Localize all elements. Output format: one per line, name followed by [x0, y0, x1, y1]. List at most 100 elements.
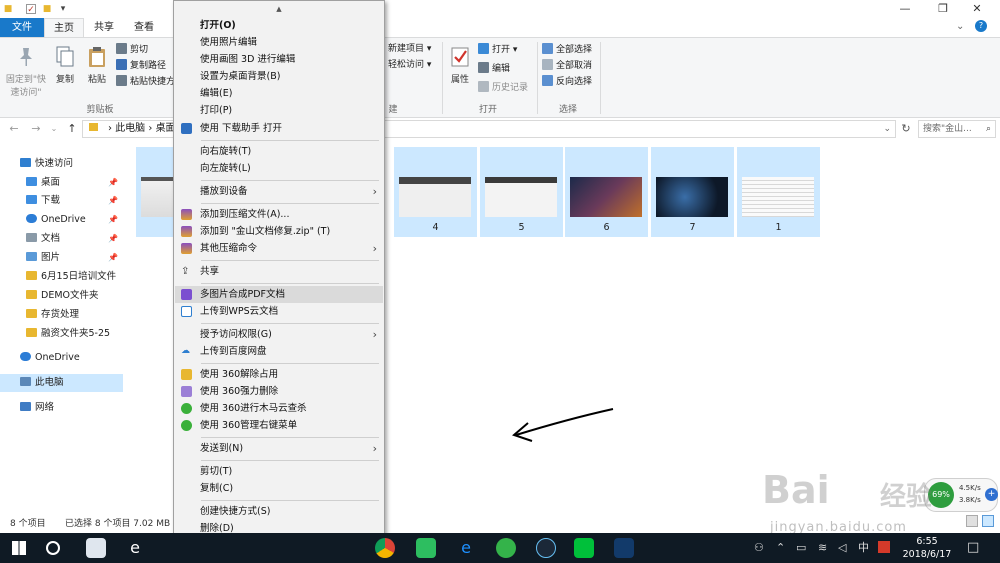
nav-folder-demo[interactable]: DEMO文件夹 — [0, 287, 123, 305]
menu-item-set-wallpaper[interactable]: 设置为桌面背景(B) — [175, 68, 383, 85]
nav-folder-training[interactable]: 6月15日培训文件 — [0, 268, 123, 286]
menu-item-copy[interactable]: 复制(C) — [175, 480, 383, 497]
menu-item-cut[interactable]: 剪切(T) — [175, 463, 383, 480]
tab-view[interactable]: 查看 — [124, 18, 164, 37]
back-arrow-icon[interactable]: ← — [6, 121, 22, 137]
refresh-icon[interactable]: ↻ — [898, 121, 914, 137]
menu-scroll-up-icon[interactable]: ▲ — [174, 2, 384, 16]
app-icon[interactable] — [86, 538, 106, 558]
iqiyi-icon[interactable] — [574, 538, 594, 558]
people-icon[interactable]: ⚇ — [754, 541, 764, 555]
history-button[interactable]: 历史记录 — [478, 81, 528, 96]
copy-button[interactable]: 复制 — [52, 45, 78, 85]
new-folder-icon[interactable]: ■ — [42, 4, 52, 14]
menu-item-add-to-zip[interactable]: 添加到 "金山文档修复.zip" (T) — [175, 223, 383, 240]
battlenet-icon[interactable] — [614, 538, 634, 558]
menu-item-360-manage-menu[interactable]: 使用 360管理右键菜单 — [175, 417, 383, 434]
paste-button[interactable]: 粘贴 — [84, 45, 110, 85]
nav-pictures[interactable]: 图片 📌 — [0, 249, 123, 267]
easy-access-button[interactable]: 轻松访问 ▾ — [388, 58, 431, 73]
nav-quick-access[interactable]: 快速访问 — [0, 155, 123, 173]
evernote-icon[interactable] — [416, 538, 436, 558]
file-thumbnail[interactable]: 7 — [651, 147, 734, 237]
menu-item-send-to[interactable]: 发送到(N) › — [175, 440, 383, 457]
properties-icon[interactable]: ✓ — [26, 4, 36, 15]
up-arrow-icon[interactable]: ↑ — [64, 121, 80, 137]
menu-item-rotate-left[interactable]: 向左旋转(L) — [175, 160, 383, 177]
network-speed-widget[interactable]: 69% 4.5K/s 3.8K/s + — [924, 478, 998, 512]
ribbon-collapse-icon[interactable]: ⌄ — [956, 21, 964, 32]
nav-folder-financing[interactable]: 融资文件夹5-25 — [0, 325, 123, 343]
menu-item-360-unlock[interactable]: 使用 360解除占用 — [175, 366, 383, 383]
customize-toolbar-icon[interactable]: ▾ — [58, 4, 68, 14]
menu-item-baidu-netdisk[interactable]: ☁ 上传到百度网盘 — [175, 343, 383, 360]
search-input[interactable]: 搜索"金山... ⌕ — [918, 120, 996, 138]
menu-item-360-scan[interactable]: 使用 360进行木马云查杀 — [175, 400, 383, 417]
tab-share[interactable]: 共享 — [84, 18, 124, 37]
menu-item-download-helper[interactable]: 使用 下载助手 打开 — [175, 120, 383, 137]
menu-item-share[interactable]: ⇪ 共享 — [175, 263, 383, 280]
close-button[interactable]: ✕ — [954, 0, 1000, 18]
menu-item-edit[interactable]: 编辑(E) — [175, 85, 383, 102]
cortana-icon[interactable] — [46, 541, 60, 555]
breadcrumb-this-pc[interactable]: 此电脑 — [115, 123, 145, 134]
file-thumbnail[interactable] — [136, 147, 174, 237]
cut-button[interactable]: 剪切 — [116, 43, 148, 58]
pin-quick-access-button[interactable]: 固定到"快 速访问" — [4, 45, 48, 98]
menu-item-360-force-delete[interactable]: 使用 360强力删除 — [175, 383, 383, 400]
nav-onedrive[interactable]: OneDrive — [0, 349, 123, 367]
file-thumbnail[interactable]: 4 — [394, 147, 477, 237]
show-hidden-icons[interactable]: ⌃ — [776, 541, 785, 555]
menu-item-other-compress[interactable]: 其他压缩命令 › — [175, 240, 383, 257]
steam-icon[interactable] — [536, 538, 556, 558]
nav-network[interactable]: 网络 — [0, 399, 123, 417]
nav-this-pc[interactable]: 此电脑 — [0, 374, 123, 392]
360-browser-icon[interactable] — [496, 538, 516, 558]
nav-desktop[interactable]: 桌面 📌 — [0, 174, 123, 192]
edge-browser-icon[interactable]: e — [125, 538, 145, 558]
action-center-icon[interactable]: □ — [967, 541, 979, 555]
recent-locations-icon[interactable]: ⌄ — [46, 121, 62, 137]
nav-folder-inventory[interactable]: 存货处理 — [0, 306, 123, 324]
plus-icon[interactable]: + — [985, 488, 998, 501]
wifi-icon[interactable]: ≋ — [818, 541, 827, 555]
windows-start-icon[interactable] — [12, 541, 26, 555]
menu-item-cast-to-device[interactable]: 播放到设备 › — [175, 183, 383, 200]
open-button[interactable]: 打开 ▾ — [478, 43, 517, 58]
sogou-ime-icon[interactable] — [878, 541, 890, 553]
tab-home[interactable]: 主页 — [44, 18, 84, 37]
menu-item-upload-wps[interactable]: 上传到WPS云文档 — [175, 303, 383, 320]
nav-downloads[interactable]: 下载 📌 — [0, 192, 123, 210]
clock[interactable]: 6:55 2018/6/17 — [897, 535, 957, 561]
network-tray-icon[interactable]: ▭ — [796, 541, 806, 555]
details-view-icon[interactable] — [966, 515, 978, 527]
file-thumbnail[interactable]: 5 — [480, 147, 563, 237]
large-icons-view-icon[interactable] — [982, 515, 994, 527]
nav-onedrive-quick[interactable]: OneDrive 📌 — [0, 211, 123, 229]
paste-shortcut-button[interactable]: 粘贴快捷方 — [116, 75, 175, 90]
menu-item-create-shortcut[interactable]: 创建快捷方式(S) — [175, 503, 383, 520]
menu-item-rotate-right[interactable]: 向右旋转(T) — [175, 143, 383, 160]
menu-item-add-archive[interactable]: 添加到压缩文件(A)... — [175, 206, 383, 223]
copy-path-button[interactable]: 复制路径 — [116, 59, 166, 74]
edit-button[interactable]: 编辑 — [478, 62, 510, 77]
forward-arrow-icon[interactable]: → — [28, 121, 44, 137]
menu-item-print[interactable]: 打印(P) — [175, 102, 383, 119]
menu-item-grant-access[interactable]: 授予访问权限(G) › — [175, 326, 383, 343]
invert-selection-button[interactable]: 反向选择 — [542, 75, 592, 90]
menu-item-merge-pdf[interactable]: 多图片合成PDF文档 — [175, 286, 383, 303]
menu-item-open[interactable]: 打开(O) — [175, 17, 383, 34]
nav-documents[interactable]: 文档 📌 — [0, 230, 123, 248]
file-thumbnail[interactable]: 6 — [565, 147, 648, 237]
chrome-icon[interactable] — [375, 538, 395, 558]
help-icon[interactable]: ? — [975, 20, 987, 32]
new-item-button[interactable]: 新建项目 ▾ — [388, 42, 431, 57]
select-all-button[interactable]: 全部选择 — [542, 43, 592, 58]
menu-item-edit-photos[interactable]: 使用照片编辑 — [175, 34, 383, 51]
input-language[interactable]: 中 — [858, 541, 869, 555]
file-thumbnail[interactable]: 1 — [737, 147, 820, 237]
select-none-button[interactable]: 全部取消 — [542, 59, 592, 74]
menu-item-edit-paint3d[interactable]: 使用画图 3D 进行编辑 — [175, 51, 383, 68]
ie-browser-icon[interactable]: e — [456, 538, 476, 558]
volume-icon[interactable]: ◁ — [838, 541, 846, 555]
